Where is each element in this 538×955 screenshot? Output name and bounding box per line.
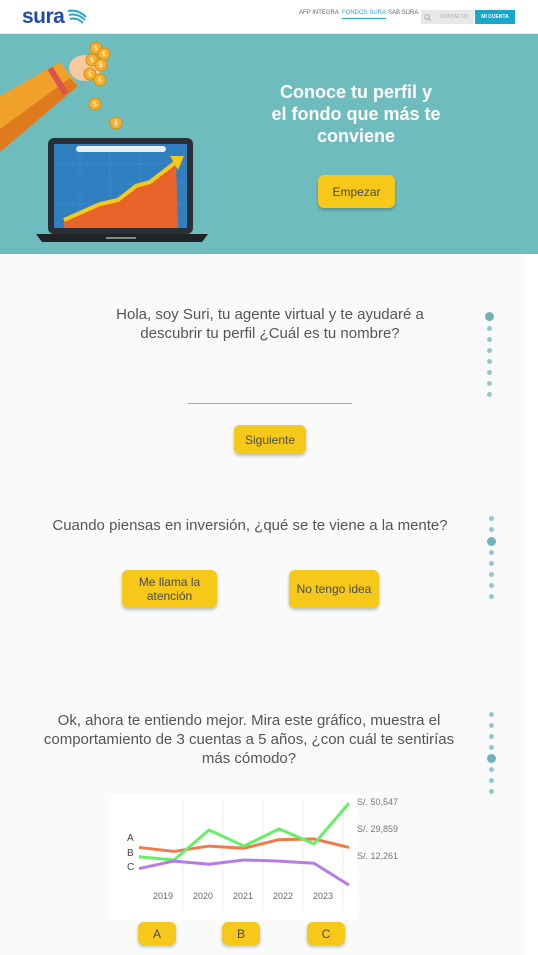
progress-dot bbox=[489, 561, 494, 566]
chart-question: Ok, ahora te entiendo mejor. Mira este g… bbox=[43, 712, 455, 767]
nav-sab-sura[interactable]: SAB SURA bbox=[388, 10, 418, 16]
search-icon bbox=[424, 13, 431, 21]
series-label-a: A bbox=[127, 833, 134, 844]
progress-dot-active bbox=[487, 537, 496, 546]
option-no-idea-button[interactable]: No tengo idea bbox=[289, 570, 379, 608]
nav-afp-integra[interactable]: AFP INTEGRA bbox=[299, 10, 339, 16]
my-account-button[interactable]: MI CUENTA bbox=[475, 10, 515, 24]
progress-dot bbox=[487, 381, 492, 386]
chart-svg: 2019 2020 2021 2022 2023 ABC bbox=[127, 800, 351, 910]
x-tick-label: 2020 bbox=[193, 891, 213, 901]
logo-text: sura bbox=[22, 5, 65, 28]
x-tick-label: 2021 bbox=[233, 891, 253, 901]
svg-text:$: $ bbox=[114, 119, 118, 127]
option-interested-button[interactable]: Me llama la atención bbox=[122, 570, 217, 608]
search-placeholder: CONTACTO bbox=[440, 14, 468, 20]
progress-dot bbox=[489, 572, 494, 577]
laptop-growth-illustration: $$$ $$$ $$$ bbox=[0, 41, 208, 242]
choose-b-button[interactable]: B bbox=[222, 922, 260, 945]
hero-title: Conoce tu perfil y el fondo que más te c… bbox=[271, 82, 441, 146]
nav-fondos-sura[interactable]: FONDOS SURA bbox=[342, 10, 387, 19]
progress-dot-active bbox=[485, 312, 494, 321]
next-button[interactable]: Siguiente bbox=[234, 425, 306, 454]
series-label-b: B bbox=[127, 848, 134, 859]
progress-dot bbox=[489, 745, 494, 750]
right-edge-panel bbox=[524, 683, 538, 955]
progress-dot bbox=[489, 723, 494, 728]
sura-logo[interactable]: sura bbox=[22, 5, 88, 29]
progress-dot bbox=[489, 583, 494, 588]
progress-dot bbox=[489, 734, 494, 739]
progress-dot bbox=[489, 516, 494, 521]
svg-text:$: $ bbox=[88, 70, 92, 78]
progress-dot bbox=[489, 527, 494, 532]
progress-dot-active bbox=[487, 754, 496, 763]
progress-dot bbox=[489, 550, 494, 555]
end-value-label: S/. 12,261 bbox=[357, 851, 399, 861]
choose-a-button[interactable]: A bbox=[138, 922, 176, 945]
progress-dot bbox=[487, 348, 492, 353]
svg-text:$: $ bbox=[102, 50, 106, 58]
logo-wave-icon bbox=[68, 9, 88, 24]
progress-dot bbox=[489, 789, 494, 794]
svg-text:$: $ bbox=[99, 61, 103, 69]
hero-banner: $$$ $$$ $$$ Conoce tu perfil y el fondo … bbox=[0, 34, 538, 254]
x-tick-label: 2022 bbox=[273, 891, 293, 901]
progress-dot bbox=[487, 326, 492, 331]
top-header: sura AFP INTEGRA FONDOS SURA SAB SURA CO… bbox=[0, 0, 538, 34]
series-line-c bbox=[138, 858, 350, 887]
end-value-label: S/. 29,859 bbox=[357, 824, 399, 834]
progress-dot bbox=[489, 778, 494, 783]
progress-dot bbox=[487, 370, 492, 375]
svg-text:$: $ bbox=[98, 76, 102, 84]
progress-dot bbox=[489, 767, 494, 772]
progress-dot bbox=[489, 594, 494, 599]
svg-text:$: $ bbox=[94, 44, 98, 52]
svg-text:$: $ bbox=[93, 100, 97, 108]
progress-dot bbox=[489, 712, 494, 717]
x-tick-label: 2023 bbox=[313, 891, 333, 901]
progress-dot bbox=[487, 392, 492, 397]
svg-text:$: $ bbox=[90, 56, 94, 64]
progress-dot bbox=[487, 337, 492, 342]
investment-question: Cuando piensas en inversión, ¿qué se te … bbox=[52, 517, 448, 534]
progress-dot bbox=[487, 359, 492, 364]
x-tick-label: 2019 bbox=[153, 891, 173, 901]
name-question: Hola, soy Suri, tu agente virtual y te a… bbox=[116, 306, 424, 342]
end-value-label: S/. 50,547 bbox=[357, 797, 399, 807]
choose-c-button[interactable]: C bbox=[307, 922, 345, 945]
series-label-c: C bbox=[127, 862, 134, 873]
accounts-line-chart: 2019 2020 2021 2022 2023 A B C bbox=[111, 794, 357, 920]
start-button[interactable]: Empezar bbox=[318, 175, 395, 208]
contact-search-field[interactable]: CONTACTO bbox=[421, 10, 474, 24]
name-input[interactable] bbox=[188, 380, 352, 404]
